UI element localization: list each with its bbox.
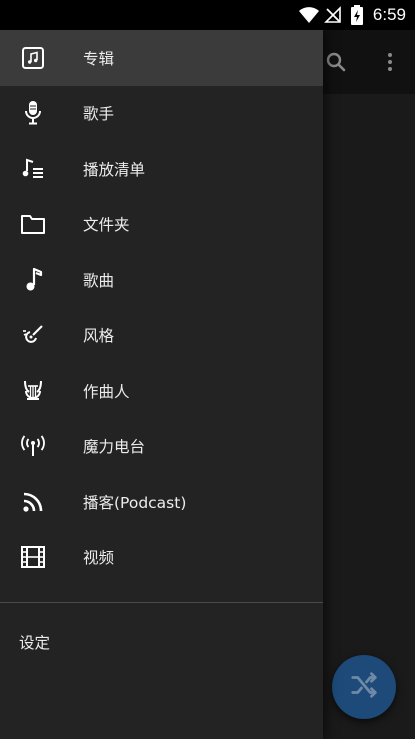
drawer-item-label: 歌曲 (83, 271, 115, 290)
drawer-item-albums[interactable]: 专辑 (0, 30, 323, 86)
drawer-item-label: 魔力电台 (83, 438, 146, 457)
drawer-item-label: 风格 (83, 327, 115, 346)
drawer-item-radio[interactable]: 魔力电台 (0, 419, 323, 475)
drawer-item-label: 作曲人 (83, 382, 130, 401)
music-note-icon (20, 267, 46, 293)
drawer-divider (0, 602, 323, 603)
wifi-icon (298, 5, 319, 25)
status-bar: 6:59 (0, 0, 415, 30)
navigation-drawer: 专辑 歌手 播放清单 文件夹 歌曲 风格 作曲人 魔力电台 播客(Podcast… (0, 30, 323, 739)
battery-charging-icon (347, 5, 367, 25)
more-options-icon[interactable] (378, 50, 402, 74)
drawer-item-videos[interactable]: 视频 (0, 530, 323, 586)
shuffle-icon (349, 670, 379, 704)
drawer-item-composers[interactable]: 作曲人 (0, 363, 323, 419)
shuffle-fab[interactable] (332, 655, 396, 719)
drawer-item-label: 专辑 (83, 49, 115, 68)
folder-icon (20, 211, 46, 237)
drawer-item-settings[interactable]: 设定 (19, 631, 50, 653)
drawer-item-podcast[interactable]: 播客(Podcast) (0, 474, 323, 530)
rss-icon (20, 489, 46, 515)
drawer-item-genres[interactable]: 风格 (0, 308, 323, 364)
playlist-icon (20, 156, 46, 182)
album-icon (20, 45, 46, 71)
drawer-item-label: 视频 (83, 549, 115, 568)
signal-off-icon (323, 5, 343, 25)
microphone-icon (20, 100, 46, 126)
genre-guitar-icon (20, 322, 46, 348)
drawer-item-label: 文件夹 (83, 216, 130, 235)
drawer-item-playlists[interactable]: 播放清单 (0, 141, 323, 197)
drawer-item-label: 歌手 (83, 105, 115, 124)
drawer-item-label: 播客(Podcast) (83, 493, 187, 512)
film-icon (20, 544, 46, 570)
drawer-item-songs[interactable]: 歌曲 (0, 252, 323, 308)
search-icon[interactable] (324, 50, 348, 74)
lyre-icon (20, 378, 46, 404)
radio-antenna-icon (20, 433, 46, 459)
drawer-item-artists[interactable]: 歌手 (0, 86, 323, 142)
drawer-item-folders[interactable]: 文件夹 (0, 197, 323, 253)
drawer-item-label: 播放清单 (83, 160, 146, 179)
status-time: 6:59 (372, 5, 406, 24)
